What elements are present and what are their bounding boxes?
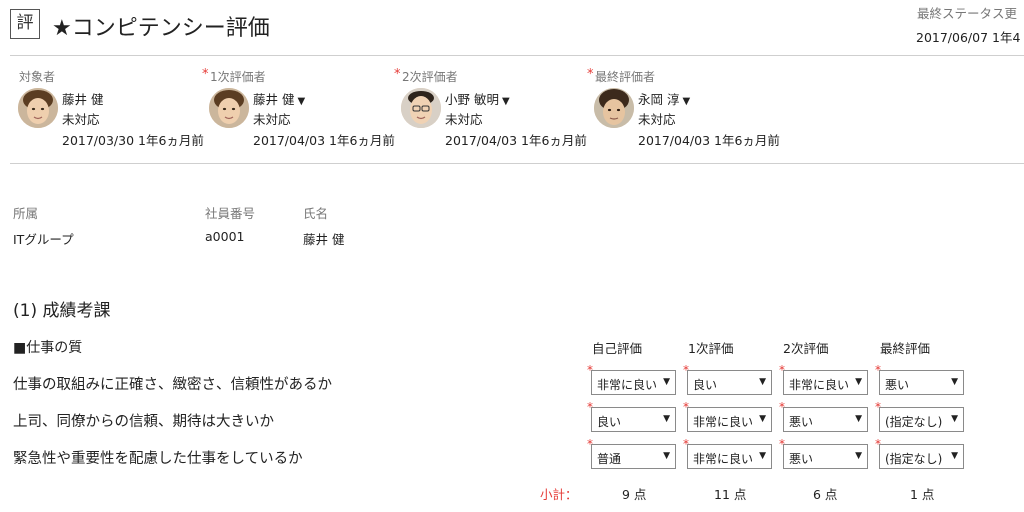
evaluator-name-dropdown[interactable]: 小野 敏明 ▼ <box>445 89 510 108</box>
divider <box>10 55 1024 56</box>
required-mark: * <box>202 67 209 82</box>
rating-select-second[interactable]: * 悪い ▼ <box>779 400 868 432</box>
chevron-down-icon: ▼ <box>855 377 862 387</box>
evaluator-status: 未対応 <box>638 112 676 127</box>
section-title: (1) 成績考課 <box>13 301 111 321</box>
chevron-down-icon: ▼ <box>951 414 958 424</box>
subtotal-second: 6 点 <box>813 487 838 502</box>
column-header-second: 2次評価 <box>783 341 829 356</box>
rating-select-second[interactable]: * 悪い ▼ <box>779 437 868 469</box>
chevron-down-icon: ▼ <box>663 377 670 387</box>
column-header-first: 1次評価 <box>688 341 734 356</box>
evaluator-role: * 最終評価者 <box>587 67 656 84</box>
last-status-date: 2017/06/07 1年4 <box>916 30 1021 45</box>
chevron-down-icon: ▼ <box>759 451 766 461</box>
question-text: 上司、同僚からの信頼、期待は大きいか <box>13 414 274 430</box>
evaluator-role: 対象者 <box>19 70 56 84</box>
evaluator-status: 未対応 <box>445 112 483 127</box>
chevron-down-icon: ▼ <box>663 414 670 424</box>
required-mark: * <box>587 67 594 82</box>
rating-select-final[interactable]: * (指定なし) ▼ <box>875 400 964 432</box>
avatar <box>594 88 634 128</box>
chevron-down-icon: ▼ <box>297 96 306 107</box>
subtotal-self: 9 点 <box>622 487 647 502</box>
subtotal-label: 小計： <box>540 487 578 502</box>
rating-select-self[interactable]: * 非常に良い ▼ <box>587 363 676 395</box>
chevron-down-icon: ▼ <box>682 96 691 107</box>
avatar <box>18 88 58 128</box>
column-header-self: 自己評価 <box>592 341 643 356</box>
evaluator-name: 藤井 健 <box>62 92 104 107</box>
chevron-down-icon: ▼ <box>501 96 510 107</box>
evaluator-name-dropdown[interactable]: 永岡 淳 ▼ <box>638 89 690 108</box>
evaluator-date: 2017/03/30 1年6ヵ月前 <box>62 133 204 148</box>
chevron-down-icon: ▼ <box>663 451 670 461</box>
question-text: 緊急性や重要性を配慮した仕事をしているか <box>13 451 303 467</box>
department-value: ITグループ <box>13 232 74 247</box>
chevron-down-icon: ▼ <box>759 414 766 424</box>
page-title: ★コンピテンシー評価 <box>52 16 270 41</box>
evaluator-status: 未対応 <box>253 112 291 127</box>
evaluator-date: 2017/04/03 1年6ヵ月前 <box>253 133 395 148</box>
chevron-down-icon: ▼ <box>855 414 862 424</box>
rating-select-final[interactable]: * (指定なし) ▼ <box>875 437 964 469</box>
rating-select-self[interactable]: * 良い ▼ <box>587 400 676 432</box>
rating-select-final[interactable]: * 悪い ▼ <box>875 363 964 395</box>
evaluation-badge-icon: 評 <box>10 9 40 39</box>
rating-select-self[interactable]: * 普通 ▼ <box>587 437 676 469</box>
rating-select-first[interactable]: * 非常に良い ▼ <box>683 400 772 432</box>
rating-select-first[interactable]: * 非常に良い ▼ <box>683 437 772 469</box>
employee-id-label: 社員番号 <box>205 206 256 221</box>
divider <box>10 163 1024 164</box>
evaluator-date: 2017/04/03 1年6ヵ月前 <box>445 133 587 148</box>
last-status-label: 最終ステータス更 <box>917 6 1018 21</box>
evaluator-role: * 2次評価者 <box>394 67 458 84</box>
chevron-down-icon: ▼ <box>951 451 958 461</box>
evaluator-date: 2017/04/03 1年6ヵ月前 <box>638 133 780 148</box>
avatar <box>209 88 249 128</box>
avatar <box>401 88 441 128</box>
question-text: 仕事の取組みに正確さ、緻密さ、信頼性があるか <box>13 377 332 393</box>
employee-name-label: 氏名 <box>303 206 329 221</box>
chevron-down-icon: ▼ <box>759 377 766 387</box>
section-subheading: ■仕事の質 <box>13 340 83 356</box>
subtotal-first: 11 点 <box>714 487 747 502</box>
evaluator-status: 未対応 <box>62 112 100 127</box>
chevron-down-icon: ▼ <box>855 451 862 461</box>
column-header-final: 最終評価 <box>880 341 931 356</box>
rating-select-second[interactable]: * 非常に良い ▼ <box>779 363 868 395</box>
rating-select-first[interactable]: * 良い ▼ <box>683 363 772 395</box>
employee-name-value: 藤井 健 <box>303 232 345 247</box>
department-label: 所属 <box>13 206 39 221</box>
evaluator-name-dropdown[interactable]: 藤井 健 ▼ <box>253 89 305 108</box>
chevron-down-icon: ▼ <box>951 377 958 387</box>
evaluator-role: * 1次評価者 <box>202 67 266 84</box>
employee-id-value: a0001 <box>205 229 245 244</box>
required-mark: * <box>394 67 401 82</box>
subtotal-final: 1 点 <box>910 487 935 502</box>
